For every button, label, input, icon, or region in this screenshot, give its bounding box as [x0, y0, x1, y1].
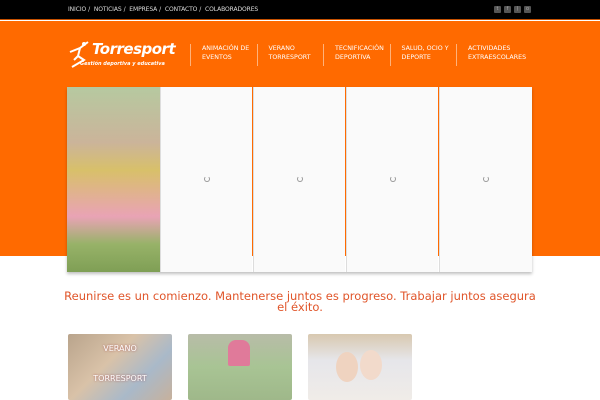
nav-label: EVENTOS	[202, 54, 232, 61]
nav-tecnificacion[interactable]: TECNIFICACIÓN DEPORTIVA	[323, 44, 390, 66]
separator: /	[123, 6, 126, 13]
top-link-inicio[interactable]: INICIO	[68, 6, 86, 13]
twitter-icon[interactable]: t	[494, 6, 501, 13]
thumb-girls[interactable]	[308, 334, 412, 400]
nav-actividades[interactable]: ACTIVIDADES EXTRAESCOLARES	[456, 44, 527, 66]
slide-panel[interactable]	[439, 87, 532, 272]
top-link-empresa[interactable]: EMPRESA	[129, 6, 157, 13]
image-slider[interactable]	[67, 87, 532, 272]
social-icons: t f ) o	[494, 6, 531, 13]
separator: /	[159, 6, 162, 13]
search-icon[interactable]: o	[524, 6, 531, 13]
facebook-icon[interactable]: f	[504, 6, 511, 13]
face	[360, 350, 382, 380]
thumb-label: TORRESPORT	[93, 374, 147, 383]
top-link-noticias[interactable]: NOTICIAS	[94, 6, 122, 13]
slide-photo-bouncy-castle[interactable]	[67, 87, 160, 272]
nav-label: EXTRAESCOLARES	[468, 54, 527, 61]
nav-label: DEPORTE	[401, 54, 431, 61]
loading-spinner-icon	[483, 176, 489, 182]
cyclist-figure	[228, 340, 250, 366]
slide-panel[interactable]	[160, 87, 252, 272]
nav-animacion[interactable]: ANIMACIÓN DE EVENTOS	[190, 44, 257, 66]
top-nav: INICIO / NOTICIAS / EMPRESA / CONTACTO / COL…	[68, 6, 260, 13]
thumb-verano[interactable]: VERANO TORRESPORT	[68, 334, 172, 400]
separator: /	[199, 6, 202, 13]
logo-tagline: Gestión deportiva y educativa	[80, 61, 165, 67]
nav-label: TECNIFICACIÓN	[335, 45, 384, 52]
main-nav: ANIMACIÓN DE EVENTOS VERANO TORRESPORT TEC…	[190, 44, 527, 66]
slide-panel[interactable]	[253, 87, 345, 272]
loading-spinner-icon	[297, 176, 303, 182]
nav-label: ACTIVIDADES	[468, 45, 511, 52]
nav-label: DEPORTIVA	[335, 54, 371, 61]
rss-icon[interactable]: )	[514, 6, 521, 13]
nav-label: SALUD, OCIO Y	[401, 45, 449, 52]
nav-label: VERANO	[268, 45, 295, 52]
top-link-contacto[interactable]: CONTACTO	[165, 6, 197, 13]
nav-label: ANIMACIÓN DE	[202, 45, 250, 52]
thumb-cycling[interactable]	[188, 334, 292, 400]
face	[336, 352, 358, 382]
slide-panel[interactable]	[346, 87, 438, 272]
nav-salud[interactable]: SALUD, OCIO Y DEPORTE	[389, 44, 457, 66]
nav-label: TORRESPORT	[268, 54, 311, 61]
top-link-colaboradores[interactable]: COLABORADORES	[205, 6, 258, 13]
logo-name: Torresport	[92, 40, 176, 58]
loading-spinner-icon	[204, 176, 210, 182]
nav-verano[interactable]: VERANO TORRESPORT	[256, 44, 324, 66]
separator: /	[88, 6, 91, 13]
top-bar: INICIO / NOTICIAS / EMPRESA / CONTACTO / COL…	[0, 0, 600, 20]
thumb-label: VERANO	[103, 344, 137, 353]
loading-spinner-icon	[390, 176, 396, 182]
quote-text: Reunirse es un comienzo. Mantenerse junt…	[64, 289, 536, 314]
